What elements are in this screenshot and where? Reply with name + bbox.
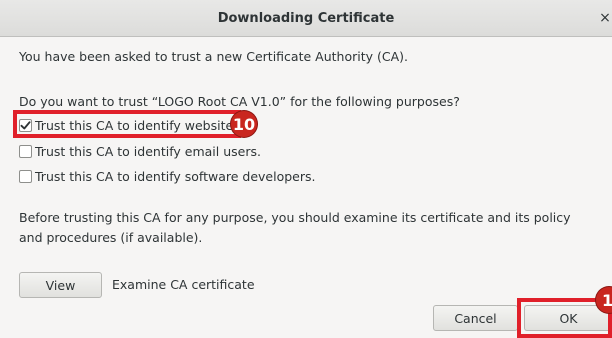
intro-text: You have been asked to trust a new Certi…: [19, 49, 408, 64]
checkbox-unchecked-icon[interactable]: [19, 145, 32, 158]
view-button[interactable]: View: [19, 272, 102, 298]
checkbox-unchecked-icon[interactable]: [19, 170, 32, 183]
question-text: Do you want to trust “LOGO Root CA V1.0”…: [19, 94, 460, 109]
checkbox-label: Trust this CA to identify email users.: [35, 144, 261, 159]
view-caption: Examine CA certificate: [112, 277, 255, 292]
checkbox-identify-email-users[interactable]: Trust this CA to identify email users.: [19, 143, 261, 160]
warning-text: Before trusting this CA for any purpose,…: [19, 210, 571, 245]
dialog-titlebar: Downloading Certificate ×: [0, 0, 612, 37]
checkbox-checked-icon[interactable]: [19, 119, 32, 132]
step-badge-10: 10: [231, 111, 257, 137]
checkbox-identify-websites[interactable]: Trust this CA to identify websites.: [19, 117, 244, 134]
checkbox-identify-software-developers[interactable]: Trust this CA to identify software devel…: [19, 168, 316, 185]
checkbox-label: Trust this CA to identify websites.: [35, 118, 244, 133]
close-icon[interactable]: ×: [598, 10, 612, 26]
cancel-button[interactable]: Cancel: [433, 305, 518, 331]
checkbox-label: Trust this CA to identify software devel…: [35, 169, 316, 184]
dialog-content: You have been asked to trust a new Certi…: [0, 37, 612, 338]
dialog-title: Downloading Certificate: [217, 11, 395, 26]
